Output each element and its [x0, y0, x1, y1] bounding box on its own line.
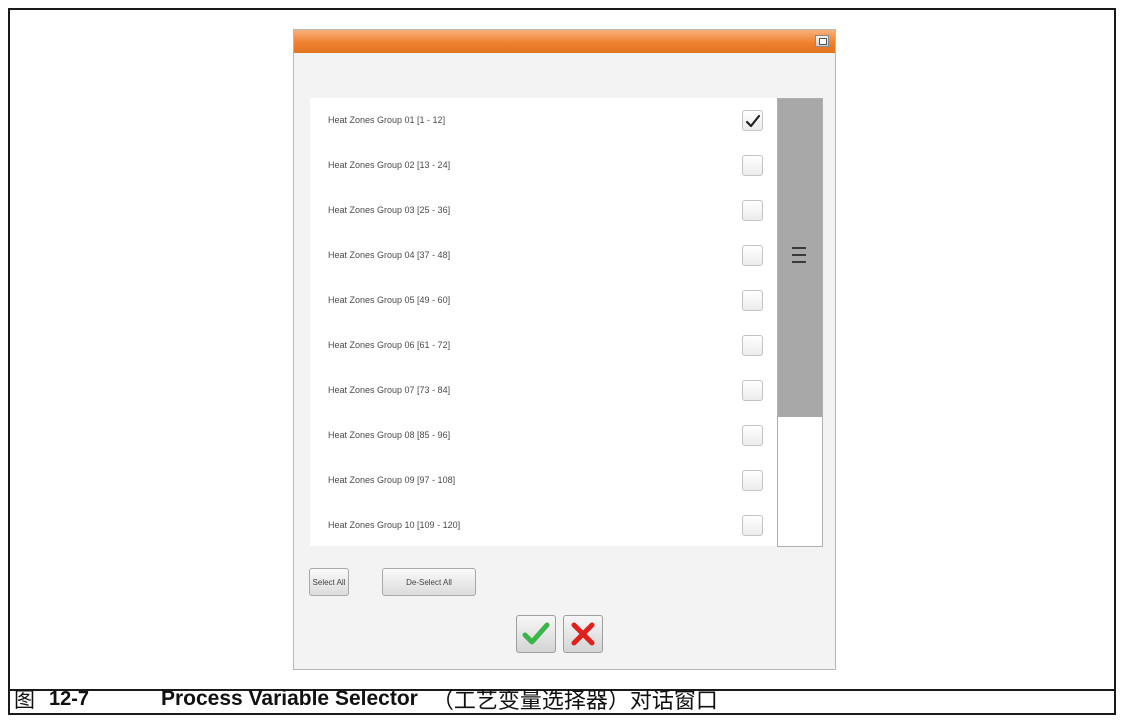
list-item[interactable]: Heat Zones Group 06 [61 - 72] — [310, 323, 781, 368]
red-x-icon — [571, 622, 595, 646]
list-item-checkbox[interactable] — [742, 470, 763, 491]
list-item-checkbox[interactable] — [742, 335, 763, 356]
figure-caption: 图 12-7 Process Variable Selector （工艺变量选择… — [14, 684, 718, 714]
process-variable-selector-dialog: Heat Zones Group 01 [1 - 12] Heat Zones G… — [293, 29, 836, 670]
scrollbar-thumb[interactable] — [778, 99, 822, 417]
list-item-label: Heat Zones Group 03 [25 - 36] — [328, 205, 451, 215]
list-item-checkbox[interactable] — [742, 515, 763, 536]
list-item[interactable]: Heat Zones Group 08 [85 - 96] — [310, 413, 781, 458]
list-item[interactable]: Heat Zones Group 03 [25 - 36] — [310, 188, 781, 233]
select-all-button[interactable]: Select All — [309, 568, 349, 596]
green-checkmark-icon — [522, 622, 550, 645]
ok-button[interactable] — [516, 615, 556, 653]
list-item-checkbox[interactable] — [742, 380, 763, 401]
list-item[interactable]: Heat Zones Group 02 [13 - 24] — [310, 143, 781, 188]
dialog-titlebar[interactable] — [294, 30, 835, 53]
list-item[interactable]: Heat Zones Group 01 [1 - 12] — [310, 98, 781, 143]
list-item[interactable]: Heat Zones Group 10 [109 - 120] — [310, 503, 781, 546]
figure-title-cn: （工艺变量选择器）对话窗口 — [431, 688, 718, 713]
list-item-checkbox[interactable] — [742, 245, 763, 266]
scroll-grip-icon — [792, 247, 806, 263]
list-item-label: Heat Zones Group 08 [85 - 96] — [328, 430, 451, 440]
list-item-label: Heat Zones Group 06 [61 - 72] — [328, 340, 451, 350]
list-item-label: Heat Zones Group 01 [1 - 12] — [328, 115, 446, 125]
list-item[interactable]: Heat Zones Group 09 [97 - 108] — [310, 458, 781, 503]
list-item-checkbox[interactable] — [742, 200, 763, 221]
list-item-label: Heat Zones Group 02 [13 - 24] — [328, 160, 451, 170]
list-item-checkbox[interactable] — [742, 290, 763, 311]
cancel-button[interactable] — [563, 615, 603, 653]
figure-title: Process Variable Selector — [161, 687, 418, 710]
figure-number: 12-7 — [49, 687, 90, 710]
process-variable-group-list: Heat Zones Group 01 [1 - 12] Heat Zones G… — [310, 98, 781, 546]
list-item-label: Heat Zones Group 05 [49 - 60] — [328, 295, 451, 305]
list-item-label: Heat Zones Group 04 [37 - 48] — [328, 250, 451, 260]
list-item-label: Heat Zones Group 10 [109 - 120] — [328, 520, 461, 530]
list-item[interactable]: Heat Zones Group 07 [73 - 84] — [310, 368, 781, 413]
list-item-checkbox[interactable] — [742, 425, 763, 446]
deselect-all-button[interactable]: De-Select All — [382, 568, 476, 596]
list-item-checkbox[interactable] — [742, 110, 763, 131]
figure-label: 图 — [14, 689, 35, 712]
list-item[interactable]: Heat Zones Group 04 [37 - 48] — [310, 233, 781, 278]
list-item-label: Heat Zones Group 09 [97 - 108] — [328, 475, 456, 485]
list-item[interactable]: Heat Zones Group 05 [49 - 60] — [310, 278, 781, 323]
checkmark-icon — [745, 114, 761, 128]
vertical-scrollbar[interactable] — [777, 98, 823, 547]
list-item-label: Heat Zones Group 07 [73 - 84] — [328, 385, 451, 395]
restore-window-icon[interactable] — [815, 35, 829, 47]
list-item-checkbox[interactable] — [742, 155, 763, 176]
